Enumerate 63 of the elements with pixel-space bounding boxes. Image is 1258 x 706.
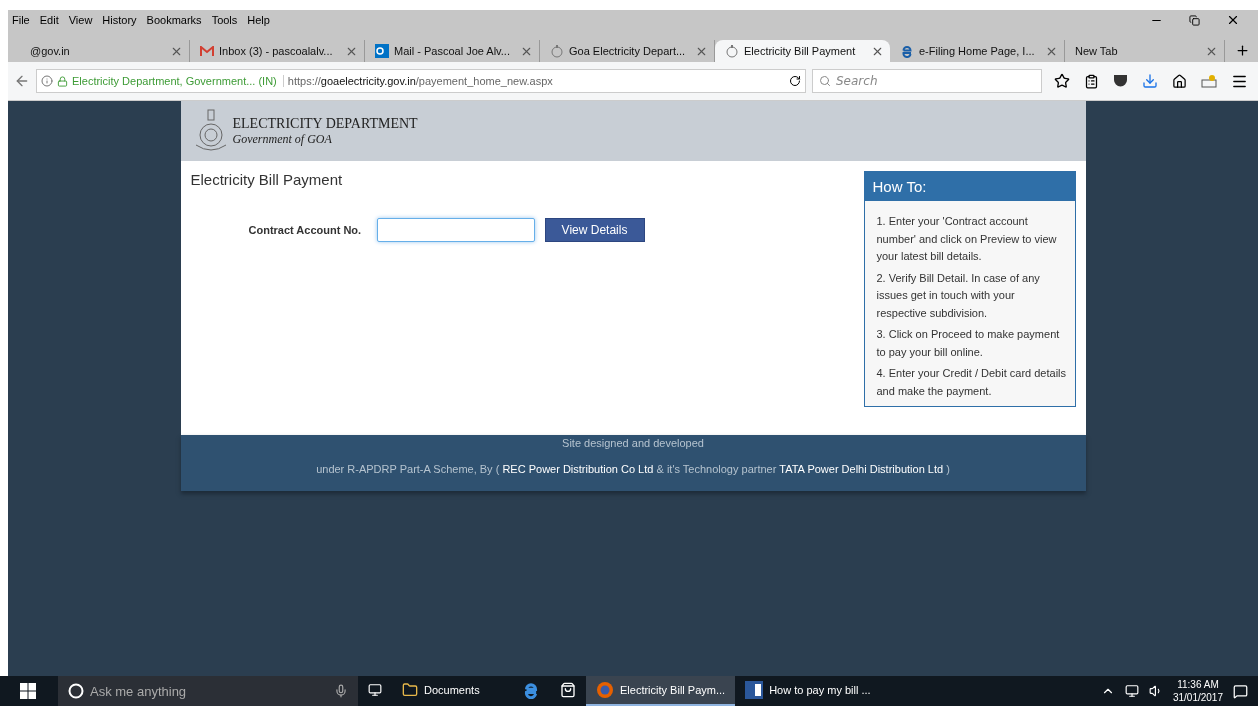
pocket-icon[interactable]: [1113, 74, 1128, 88]
browser-icon: [596, 681, 614, 699]
field-label: Contract Account No.: [248, 224, 363, 236]
taskbar-search[interactable]: Ask me anything: [58, 676, 358, 706]
menu-item[interactable]: File: [12, 14, 30, 26]
taskbar-item[interactable]: How to pay my bill ...: [735, 676, 881, 706]
panel-title: How To:: [864, 172, 1075, 201]
instruction-step: 4. Enter your Credit / Debit card details and make the payment.: [876, 365, 1067, 400]
menu-item[interactable]: Help: [247, 14, 270, 26]
close-icon[interactable]: [1226, 13, 1240, 27]
star-icon[interactable]: [1054, 73, 1070, 89]
taskbar-item[interactable]: Documents: [392, 676, 512, 706]
windows-logo-icon[interactable]: [20, 683, 36, 699]
instruction-step: 1. Enter your 'Contract account number' and click on Preview to view your latest bill details.: [876, 213, 1067, 266]
browser-tab[interactable]: Electricity Bill Payment: [715, 40, 890, 62]
address-bar[interactable]: Electricity Department, Government... (IN) https://goaelectricity.gov.in/payement_home_new.aspx: [36, 69, 806, 93]
instruction-step: 3. Click on Proceed to make payment to pay your bill online.: [876, 326, 1067, 361]
browser-icon: [900, 44, 914, 58]
view-details-button[interactable]: View Details: [544, 218, 645, 242]
footer-link[interactable]: TATA Power Delhi Distribution Ltd: [779, 463, 944, 475]
lock-icon: [57, 75, 68, 87]
microphone-icon[interactable]: [334, 684, 348, 698]
document-icon: [745, 681, 764, 699]
browser-icon: [522, 681, 540, 699]
clock[interactable]: 11:36 AM 31/01/2017: [1172, 678, 1223, 704]
menu-item[interactable]: Tools: [211, 14, 238, 26]
taskbar-item[interactable]: Electricity Bill Paym...: [586, 676, 736, 706]
footer-text: Site designed and developed: [562, 437, 704, 449]
clipboard-icon[interactable]: [1084, 73, 1099, 89]
page-heading: Electricity Bill Payment: [190, 171, 344, 188]
folder-icon: [402, 682, 418, 698]
emblem-icon: [550, 44, 564, 58]
new-tab-icon[interactable]: [1235, 43, 1250, 58]
emblem-icon: [725, 44, 739, 58]
footer-credits: under R-APDRP Part-A Scheme, By ( REC Power Distribution Co Ltd & it's Technology partner TATA Power Delhi Distribution Ltd ): [316, 463, 950, 475]
site-subtitle: Government of GOA: [232, 131, 333, 147]
input-field[interactable]: [376, 218, 535, 242]
site-identity[interactable]: Electricity Department, Government... (IN): [72, 75, 284, 87]
network-icon[interactable]: [1124, 684, 1139, 698]
notifications-icon[interactable]: [1233, 683, 1248, 699]
menu-item[interactable]: History: [102, 14, 137, 26]
shopping-bag-icon: [560, 682, 576, 698]
footer-link[interactable]: REC Power Distribution Co Ltd: [502, 463, 654, 475]
mail-icon: [200, 45, 214, 57]
info-icon[interactable]: [41, 75, 53, 87]
menu-item[interactable]: Edit: [39, 14, 59, 26]
cortana-icon: [68, 683, 84, 699]
home-icon[interactable]: [1172, 73, 1187, 89]
search-field[interactable]: Search: [812, 69, 1042, 93]
site-title: ELECTRICITY DEPARTMENT: [232, 115, 418, 132]
instruction-step: 2. Verify Bill Detail. In case of any issues get in touch with your respective subdivision.: [876, 269, 1067, 322]
task-view-icon: [368, 683, 382, 697]
reload-icon[interactable]: [789, 75, 801, 87]
menu-item[interactable]: Bookmarks: [146, 14, 202, 26]
menu-item[interactable]: View: [68, 14, 93, 26]
back-icon[interactable]: [14, 73, 30, 89]
url-text: https://goaelectricity.gov.in/payement_home_new.aspx: [287, 75, 553, 87]
search-icon: [819, 75, 831, 87]
search-placeholder: Ask me anything: [90, 683, 188, 699]
restore-icon[interactable]: [1189, 14, 1200, 26]
download-icon[interactable]: [1142, 73, 1158, 89]
search-placeholder: Search: [836, 74, 878, 88]
mail-icon: [375, 44, 389, 58]
